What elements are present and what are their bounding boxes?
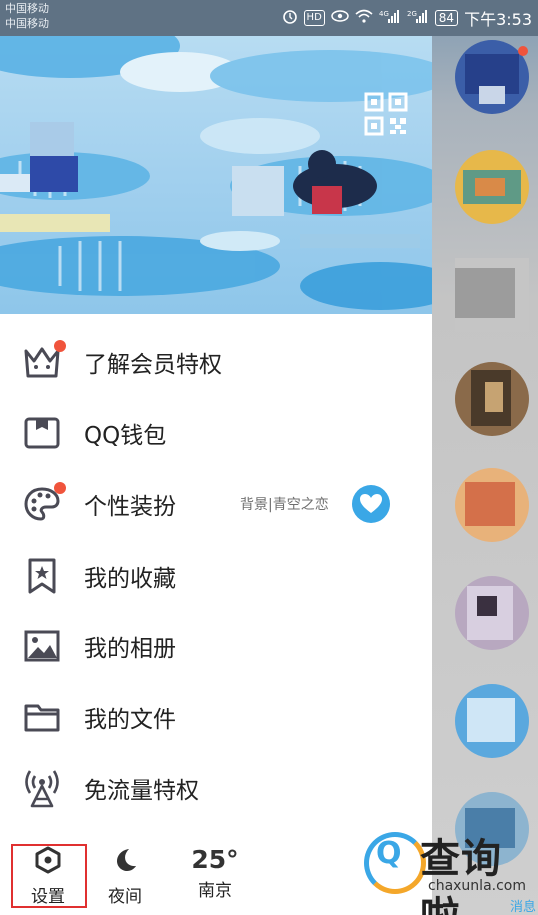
menu-label: 我的收藏 (84, 566, 176, 592)
avatar (455, 576, 529, 650)
notification-dot (54, 340, 66, 352)
notification-dot (54, 482, 66, 494)
moon-icon (112, 846, 138, 878)
avatar (455, 150, 529, 224)
heart-icon (352, 485, 390, 523)
carrier-1: 中国移动 (5, 2, 49, 15)
chat-list-background: 消息 (432, 36, 538, 915)
menu-item-favorites[interactable]: 我的收藏 (0, 546, 432, 606)
menu-label: QQ钱包 (84, 423, 167, 449)
hd-icon: HD (303, 10, 325, 26)
carrier-2: 中国移动 (5, 17, 49, 30)
menu-item-files[interactable]: 我的文件 (0, 687, 432, 747)
net-label-2: 2G (407, 10, 417, 18)
signal-icon-1: 4G (379, 9, 401, 27)
city-label: 南京 (198, 881, 232, 901)
temperature: 25° (191, 845, 239, 874)
watermark-logo: Q 查询啦 chaxunla.com (364, 826, 536, 915)
menu-label: 个性装扮 (84, 494, 176, 520)
avatar (455, 362, 529, 436)
menu-item-album[interactable]: 我的相册 (0, 616, 432, 676)
menu-label: 我的相册 (84, 636, 176, 662)
watermark-title: 查询啦 (420, 836, 502, 915)
signal-tower-icon (22, 768, 62, 808)
clock: 下午3:53 (464, 10, 532, 29)
menu-label: 我的文件 (84, 707, 176, 733)
menu-item-theme[interactable]: 个性装扮 背景|青空之恋 (0, 474, 432, 534)
photo-icon (22, 626, 62, 666)
header-background (0, 36, 432, 310)
profile-header[interactable] (0, 36, 432, 314)
menu-label: 了解会员特权 (84, 352, 222, 378)
battery-indicator: 84 (434, 10, 459, 26)
current-theme-label: 背景|青空之恋 (240, 497, 329, 513)
night-mode-button[interactable]: 夜间 (95, 840, 155, 915)
carrier-info: 中国移动 中国移动 (5, 1, 49, 31)
eye-icon (331, 10, 349, 26)
signal-icon-2: 2G (407, 9, 429, 27)
menu-item-vip[interactable]: 了解会员特权 (0, 332, 432, 392)
qr-code-icon[interactable] (364, 92, 408, 136)
wifi-icon (355, 9, 373, 27)
folder-icon (22, 697, 62, 737)
avatar (455, 258, 529, 332)
net-label-1: 4G (379, 10, 389, 18)
menu-item-wallet[interactable]: QQ钱包 (0, 403, 432, 463)
watermark-q-letter: Q (376, 836, 402, 871)
avatar (455, 468, 529, 542)
wallet-icon (22, 413, 62, 453)
bookmark-star-icon (22, 556, 62, 596)
watermark-domain: chaxunla.com (428, 878, 526, 894)
notification-dot (518, 46, 528, 56)
status-bar: 中国移动 中国移动 HD 4G 2G 84 下午3:53 (0, 0, 538, 36)
avatar (455, 684, 529, 758)
menu-label: 免流量特权 (84, 778, 199, 804)
weather-widget[interactable]: 25° 南京 (180, 840, 250, 915)
status-icons: HD 4G 2G 84 下午3:53 (282, 6, 532, 30)
menu-item-free-data[interactable]: 免流量特权 (0, 758, 432, 818)
highlight-box (11, 844, 87, 908)
drawer-menu: 了解会员特权 QQ钱包 个性装扮 背景|青空之恋 我的收藏 我的相册 我的文件 … (0, 314, 432, 915)
alarm-icon (282, 8, 298, 28)
night-label: 夜间 (108, 887, 142, 907)
